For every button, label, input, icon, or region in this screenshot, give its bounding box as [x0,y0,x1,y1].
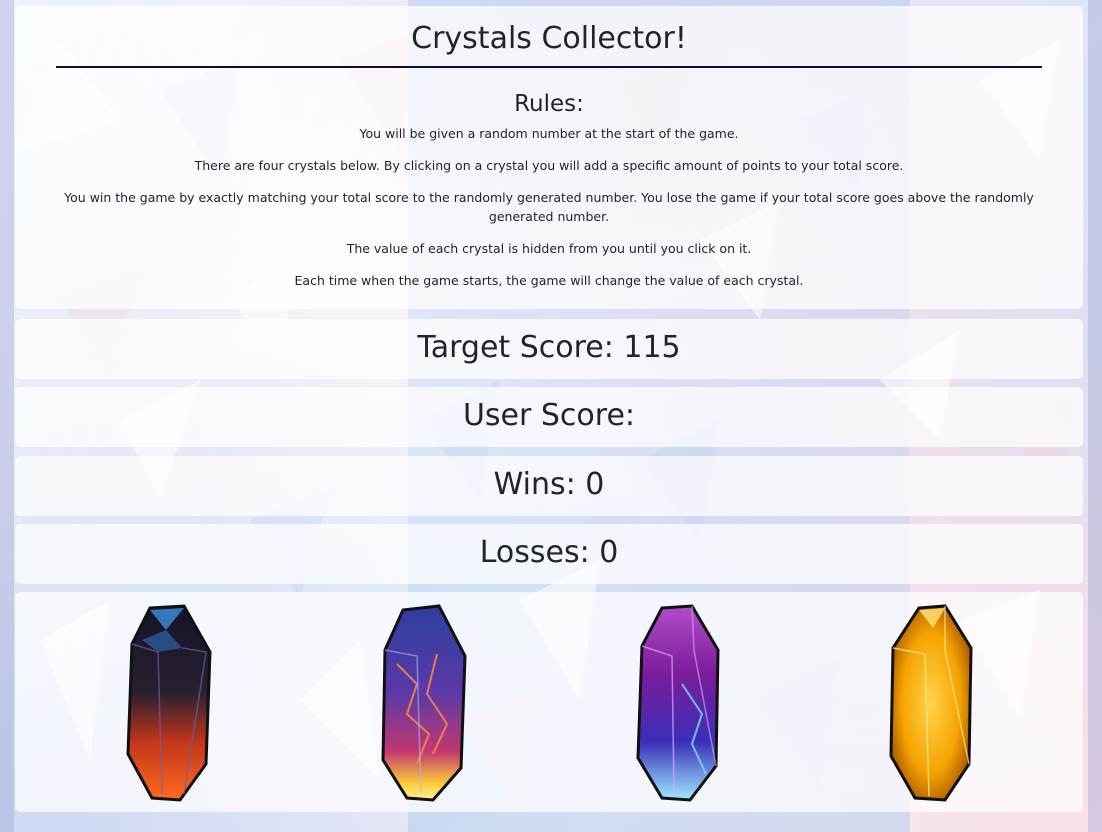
rules-heading: Rules: [514,91,584,117]
rule-item: You will be given a random number at the… [359,126,739,141]
crystals-panel [15,592,1083,812]
title-divider [56,66,1042,68]
rules-list: You will be given a random number at the… [60,124,1038,303]
red-black-crystal-icon [126,604,212,802]
wins-panel: Wins: 0 [15,456,1083,516]
target-score: Target Score: 115 [417,330,681,365]
page-title: Crystals Collector! [411,21,687,56]
losses-panel: Losses: 0 [15,524,1083,584]
amber-crystal-icon [889,604,973,802]
rule-item: There are four crystals below. By clicki… [194,158,904,173]
rule-item: The value of each crystal is hidden from… [346,241,752,256]
rule-item: Each time when the game starts, the game… [294,273,804,288]
blue-lava-crystal-icon [381,604,467,802]
crystal-button-3[interactable] [632,604,724,802]
user-score-panel: User Score: [15,387,1083,447]
crystal-button-2[interactable] [377,604,469,802]
header-panel: Crystals Collector! Rules: You will be g… [15,6,1083,309]
wins-count: Wins: 0 [493,467,605,502]
losses-count: Losses: 0 [479,535,619,570]
crystal-button-4[interactable] [885,604,977,802]
target-score-panel: Target Score: 115 [15,319,1083,379]
crystal-button-1[interactable] [122,604,214,802]
user-score: User Score: [462,398,636,433]
purple-blue-crystal-icon [636,604,720,802]
rule-item: You win the game by exactly matching you… [64,190,1034,224]
